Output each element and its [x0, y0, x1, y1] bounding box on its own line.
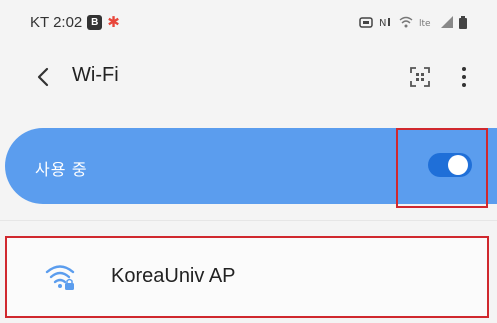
chevron-left-icon	[37, 67, 49, 87]
wifi-status-icon	[399, 16, 413, 28]
more-vert-icon	[462, 83, 466, 87]
notification-badge-icon: B	[87, 14, 103, 30]
page-title: Wi-Fi	[72, 64, 119, 86]
status-right: N lte	[359, 15, 467, 29]
more-options-button[interactable]	[455, 62, 473, 92]
status-bar: KT 2:02 B ✱ N lte	[0, 0, 497, 44]
qr-scan-icon	[410, 67, 430, 87]
svg-text:lte: lte	[419, 19, 431, 28]
section-divider	[0, 220, 497, 221]
network-name: KoreaUniv AP	[111, 265, 236, 287]
lte-icon: lte	[419, 19, 431, 28]
more-vert-icon	[462, 75, 466, 79]
master-toggle-label: 사용 중	[35, 162, 88, 179]
signal-icon: N	[379, 18, 390, 28]
battery-icon	[459, 15, 467, 29]
carrier-time: KT 2:02	[30, 13, 83, 31]
alarm-icon	[359, 17, 373, 28]
back-button[interactable]	[28, 62, 58, 92]
wifi-lock-icon	[45, 265, 75, 290]
network-list-item[interactable]: KoreaUniv AP	[5, 236, 489, 318]
signal-bars-icon	[441, 16, 453, 28]
svg-text:N: N	[379, 18, 386, 28]
more-vert-icon	[462, 67, 466, 71]
status-left: KT 2:02 B ✱	[30, 14, 120, 31]
app-bar: Wi-Fi	[0, 52, 497, 102]
pin-icon: ✱	[107, 13, 120, 31]
wifi-settings-screen: KT 2:02 B ✱ N lte Wi-Fi 사용 중 KoreaUniv A…	[0, 0, 497, 323]
toggle-highlight-box	[396, 128, 488, 208]
qr-scan-button[interactable]	[407, 64, 433, 90]
